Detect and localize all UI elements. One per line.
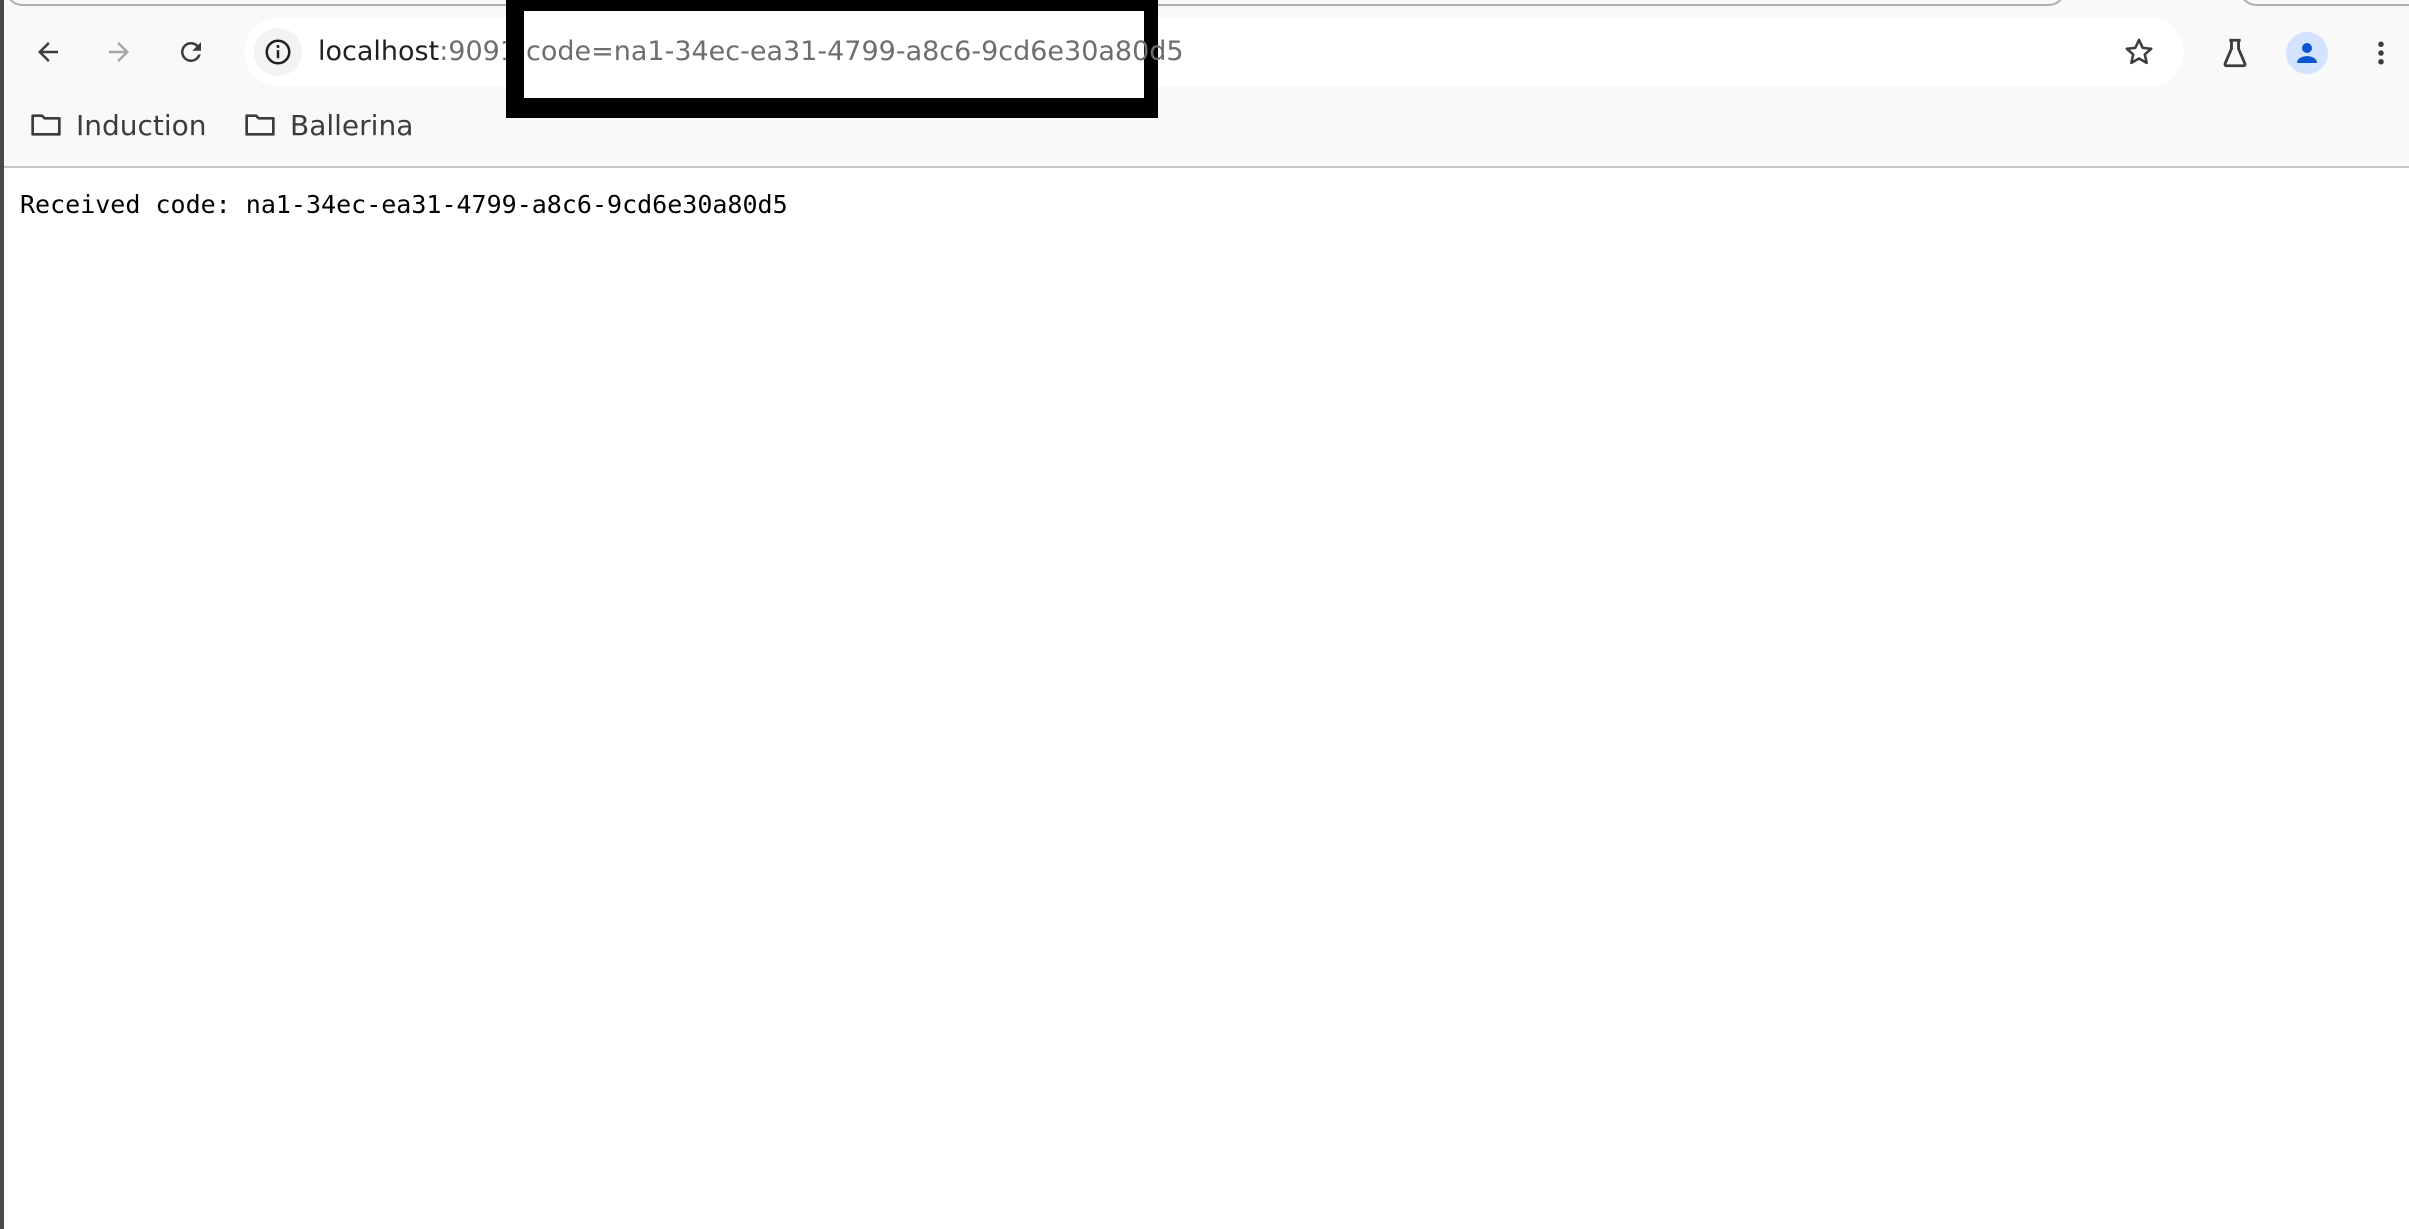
forward-button[interactable] [93, 26, 145, 78]
arrow-left-icon [38, 42, 58, 62]
bookmark-label: Ballerina [290, 108, 414, 142]
page-content: Received code: na1-34ec-ea31-4799-a8c6-9… [20, 190, 788, 219]
url-query: code=na1-34ec-ea31-4799-a8c6-9cd6e30a80d… [526, 36, 1184, 67]
bookmark-label: Induction [76, 108, 207, 142]
profile-button[interactable] [2286, 32, 2328, 74]
reload-icon [181, 41, 201, 62]
browser-menu-button[interactable] [2354, 26, 2408, 80]
person-icon [2297, 43, 2317, 63]
reload-button[interactable] [165, 26, 217, 78]
browser-chrome: localhost:9091/ Induction Ballerina [0, 0, 2409, 168]
tab-strip-outline-right [2240, 0, 2409, 6]
browser-toolbar: localhost:9091/ [0, 16, 2409, 88]
url-text[interactable]: localhost:9091/ [318, 18, 526, 86]
bookmark-star-button[interactable] [2114, 27, 2164, 77]
site-info-button[interactable] [254, 28, 302, 76]
folder-icon [31, 114, 61, 136]
arrow-right-icon [109, 42, 129, 62]
received-code-label: Received code: [20, 190, 231, 219]
back-button[interactable] [22, 26, 74, 78]
window-edge [0, 0, 4, 1229]
flask-icon [2223, 38, 2247, 68]
bookmark-ballerina[interactable]: Ballerina [244, 100, 413, 150]
vertical-dots-icon [2378, 41, 2384, 65]
folder-icon [245, 114, 275, 136]
url-host: localhost [318, 36, 440, 67]
labs-button[interactable] [2208, 26, 2262, 80]
bookmarks-bar: Induction Ballerina [0, 100, 2409, 150]
received-code-value: na1-34ec-ea31-4799-a8c6-9cd6e30a80d5 [245, 190, 788, 219]
redaction-box: code=na1-34ec-ea31-4799-a8c6-9cd6e30a80d… [506, 0, 1184, 118]
info-icon [265, 39, 291, 65]
bookmark-induction[interactable]: Induction [30, 100, 207, 150]
star-icon [2125, 38, 2153, 65]
